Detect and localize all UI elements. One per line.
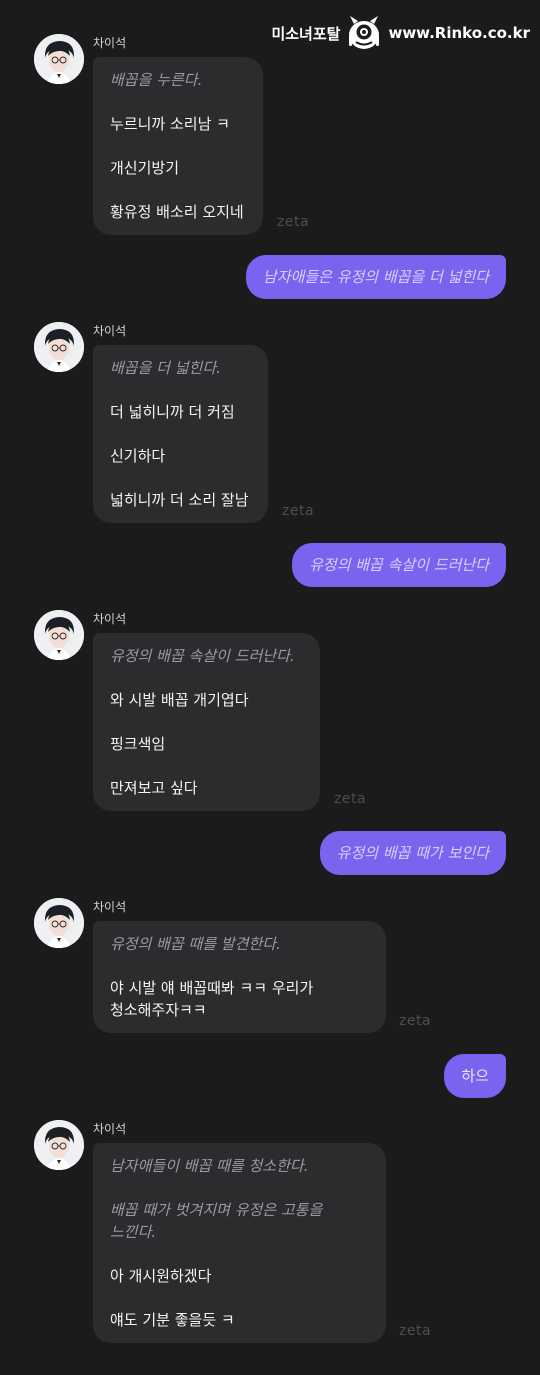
monster-mascot-icon [344,14,384,52]
narration-text: 유정의 배꼽 때를 발견한다. [110,935,281,953]
character-bubble: 유정의 배꼽 때를 발견한다. 야 시발 얘 배꼽때봐 ㅋㅋ 우리가 청소해주자… [93,921,386,1033]
zeta-brand-label: zeta [282,503,315,519]
character-name: 차이석 [93,324,127,338]
narration-text: 배꼽을 더 넓힌다. [110,359,221,377]
dialogue-text: 야 시발 얘 배꼽때봐 ㅋㅋ 우리가 청소해주자ㅋㅋ [110,979,314,1019]
character-bubble: 배꼽을 누른다. 누르니까 소리남 ㅋ 개신기방기 황유정 배소리 오지네 [93,57,263,235]
watermark-right-text: www.Rinko.co.kr [388,24,530,42]
character-name: 차이석 [93,612,127,626]
narration-text: 배꼽을 누른다. [110,71,203,89]
character-avatar-icon[interactable] [34,1120,84,1170]
dialogue-text: 누르니까 소리남 ㅋ [110,115,230,133]
zeta-brand-label: zeta [334,791,367,807]
zeta-brand-label: zeta [399,1323,432,1339]
character-avatar-icon[interactable] [34,898,84,948]
dialogue-text: 신기하다 [110,447,166,465]
dialogue-text: 황유정 배소리 오지네 [110,203,244,221]
zeta-brand-label: zeta [277,214,310,230]
character-avatar-icon[interactable] [34,322,84,372]
user-bubble: 유정의 배꼽 때가 보인다 [319,831,506,875]
dialogue-text: 얘도 기분 좋을듯 ㅋ [110,1311,235,1329]
dialogue-text: 넓히니까 더 소리 잘남 [110,491,249,509]
dialogue-text: 만져보고 싶다 [110,779,198,797]
dialogue-text: 개신기방기 [110,159,180,177]
character-avatar-icon[interactable] [34,610,84,660]
character-name: 차이석 [93,1122,127,1136]
dialogue-text: 더 넓히니까 더 커짐 [110,403,235,421]
watermark-left-text: 미소녀포탈 [271,24,341,43]
narration-text: 배꼽 때가 벗겨지며 유정은 고통을 느낀다. [110,1201,323,1241]
dialogue-text: 핑크색임 [110,735,166,753]
dialogue-text: 와 시발 배꼽 개기엽다 [110,691,249,709]
character-bubble: 배꼽을 더 넓힌다. 더 넓히니까 더 커짐 신기하다 넓히니까 더 소리 잘남 [93,345,268,523]
watermark: 미소녀포탈 www.Rinko.co.kr [271,14,530,52]
dialogue-text: 아 개시원하겠다 [110,1267,212,1285]
character-name: 차이석 [93,900,127,914]
character-name: 차이석 [93,36,127,50]
user-bubble: 하으 [444,1054,506,1098]
character-bubble: 남자애들이 배꼽 때를 청소한다. 배꼽 때가 벗겨지며 유정은 고통을 느낀다… [93,1143,386,1343]
narration-text: 유정의 배꼽 속살이 드러난다. [110,647,295,665]
narration-text: 남자애들이 배꼽 때를 청소한다. [110,1157,309,1175]
character-bubble: 유정의 배꼽 속살이 드러난다. 와 시발 배꼽 개기엽다 핑크색임 만져보고 … [93,633,320,811]
user-bubble: 남자애들은 유정의 배꼽을 더 넓힌다 [245,255,506,299]
zeta-brand-label: zeta [399,1013,432,1029]
user-bubble: 유정의 배꼽 속살이 드러난다 [292,543,506,587]
character-avatar-icon[interactable] [34,34,84,84]
